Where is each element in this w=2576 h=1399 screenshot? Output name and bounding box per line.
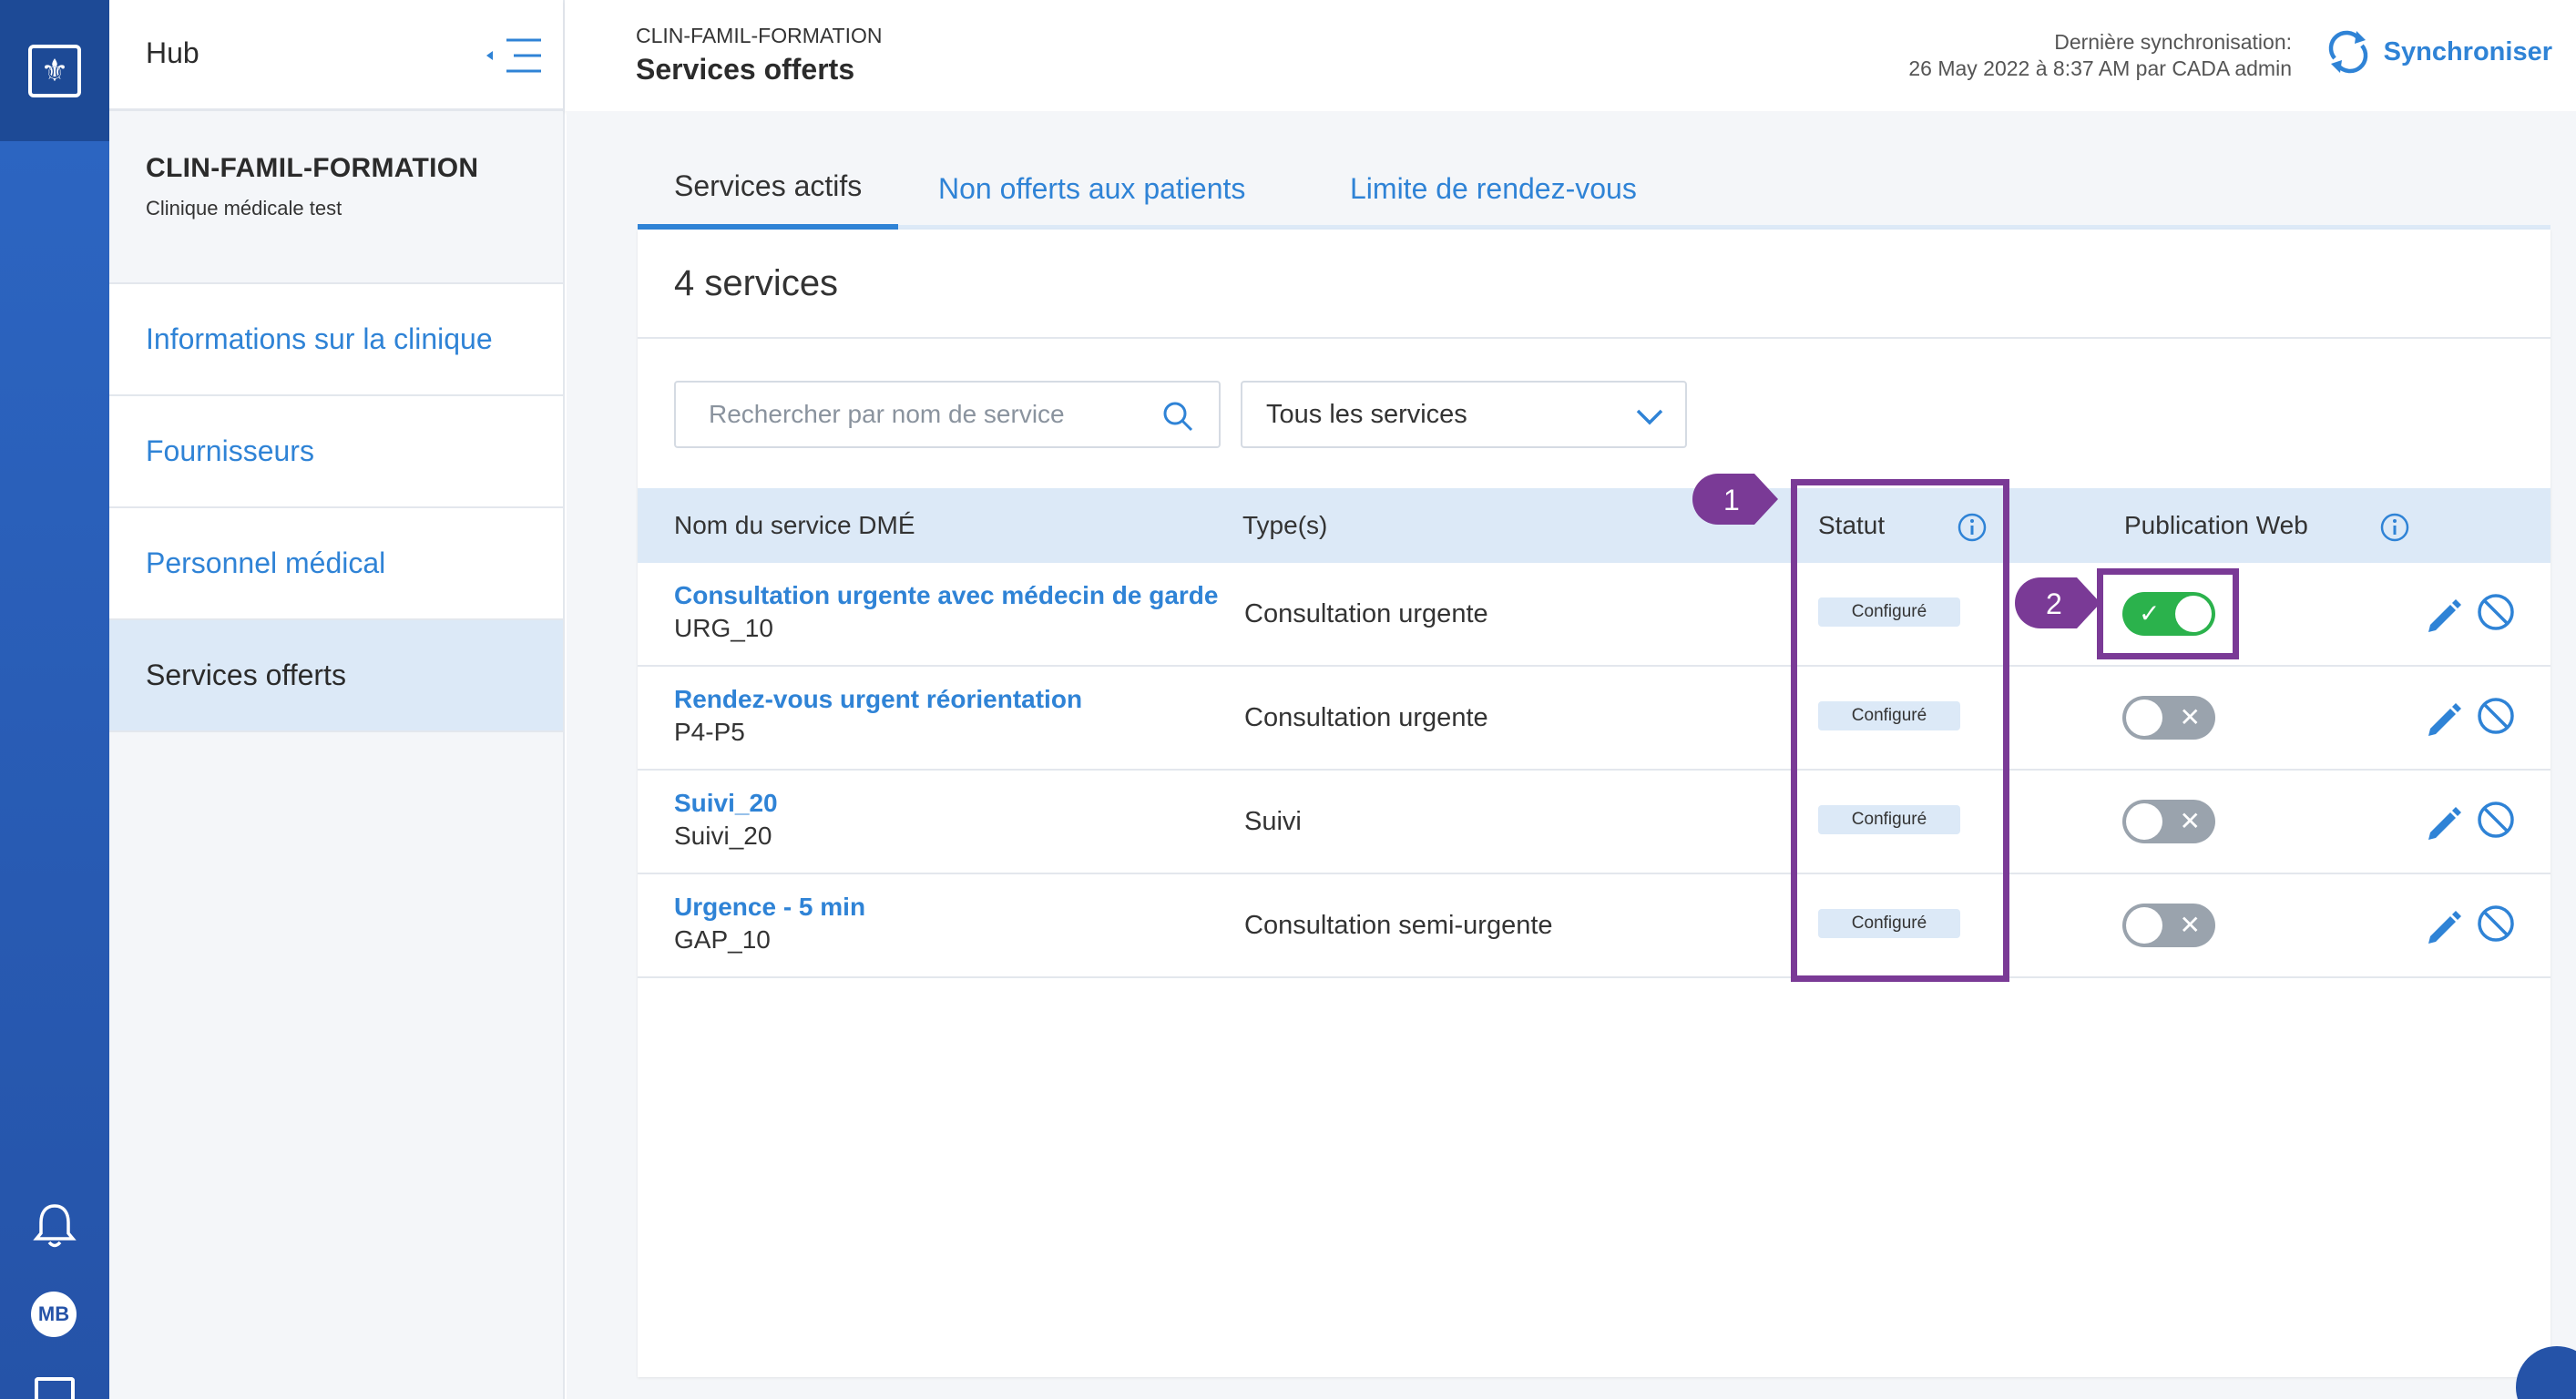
page-header: CLIN-FAMIL-FORMATION Services offerts De…	[565, 0, 2576, 111]
column-header-type: Type(s)	[1242, 511, 1328, 539]
table-header: Nom du service DMÉ Type(s) Statut Public…	[638, 488, 2550, 563]
toggle-knob	[2126, 700, 2162, 736]
sidebar-item-clinic-info[interactable]: Informations sur la clinique	[109, 284, 563, 396]
search-icon[interactable]	[1160, 399, 1195, 434]
annotation-box-status	[1791, 479, 2009, 982]
disable-icon[interactable]	[2476, 904, 2516, 944]
sidebar-item-services[interactable]: Services offerts	[109, 620, 563, 732]
service-type: Consultation urgente	[1244, 703, 1488, 732]
annotation-marker-2: 2	[2015, 577, 2101, 628]
web-publication-toggle[interactable]: ✕	[2122, 800, 2215, 843]
edit-pencil-icon[interactable]	[2423, 596, 2463, 636]
logout-icon[interactable]	[35, 1377, 75, 1399]
service-code: Suivi_20	[674, 822, 772, 850]
sync-button-label: Synchroniser	[2383, 36, 2552, 66]
service-name-link[interactable]: Suivi_20	[674, 789, 778, 818]
edit-pencil-icon[interactable]	[2423, 700, 2463, 740]
service-type: Suivi	[1244, 807, 1302, 836]
service-name-link[interactable]: Urgence - 5 min	[674, 893, 865, 922]
hub-label: Hub	[146, 36, 199, 69]
disable-icon[interactable]	[2476, 592, 2516, 632]
table-row: Urgence - 5 min GAP_10 Consultation semi…	[638, 874, 2550, 978]
service-code: P4-P5	[674, 718, 745, 746]
tab-not-offered[interactable]: Non offerts aux patients	[938, 148, 1245, 230]
toggle-knob	[2126, 803, 2162, 840]
close-icon: ✕	[2179, 911, 2201, 939]
table-row: Consultation urgente avec médecin de gar…	[638, 563, 2550, 667]
search-placeholder: Rechercher par nom de service	[709, 400, 1065, 428]
service-name-link[interactable]: Rendez-vous urgent réorientation	[674, 685, 1082, 714]
sidebar-item-providers[interactable]: Fournisseurs	[109, 396, 563, 508]
web-publication-toggle[interactable]: ✕	[2122, 904, 2215, 947]
publication-info-icon[interactable]	[2379, 512, 2410, 543]
sync-button[interactable]: Synchroniser	[2324, 27, 2552, 77]
clinic-subtitle: Clinique médicale test	[146, 197, 342, 220]
annotation-marker-1: 1	[1692, 474, 1778, 525]
last-sync-label: Dernière synchronisation:	[2054, 30, 2292, 54]
last-sync-detail: 26 May 2022 à 8:37 AM par CADA admin	[1908, 56, 2292, 80]
annotation-box-toggle	[2097, 568, 2239, 659]
clinic-header: CLIN-FAMIL-FORMATION Clinique médicale t…	[109, 111, 563, 284]
annotation-marker-1-label: 1	[1723, 484, 1740, 516]
sync-icon	[2328, 30, 2367, 74]
edit-pencil-icon[interactable]	[2423, 803, 2463, 843]
web-publication-toggle[interactable]: ✕	[2122, 696, 2215, 740]
app-rail: ⚜ MB	[0, 0, 109, 1399]
table-row: Rendez-vous urgent réorientation P4-P5 C…	[638, 667, 2550, 771]
disable-icon[interactable]	[2476, 696, 2516, 736]
last-sync-info: Dernière synchronisation: 26 May 2022 à …	[1908, 29, 2292, 82]
tab-appointment-limit[interactable]: Limite de rendez-vous	[1350, 148, 1637, 230]
service-type: Consultation semi-urgente	[1244, 911, 1553, 940]
toggle-knob	[2126, 907, 2162, 944]
service-code: GAP_10	[674, 925, 771, 954]
disable-icon[interactable]	[2476, 800, 2516, 840]
service-code: URG_10	[674, 614, 773, 642]
app-logo[interactable]: ⚜	[0, 0, 109, 141]
main-content: Services actifs Non offerts aux patients…	[567, 111, 2576, 1399]
services-count: 4 services	[638, 230, 2550, 339]
services-card: 4 services Rechercher par nom de service…	[638, 230, 2550, 1377]
tab-active-services[interactable]: Services actifs	[638, 148, 899, 230]
calendar-fleur-de-lis-icon: ⚜	[28, 44, 81, 97]
avatar[interactable]: MB	[31, 1292, 77, 1337]
service-filter-value: Tous les services	[1266, 399, 1467, 429]
table-row: Suivi_20 Suivi_20 Suivi Configuré ✕	[638, 771, 2550, 874]
service-filter-select[interactable]: Tous les services	[1241, 381, 1687, 448]
column-header-publication: Publication Web	[2124, 511, 2308, 539]
clinic-name: CLIN-FAMIL-FORMATION	[146, 153, 479, 183]
sidebar-item-medical-staff[interactable]: Personnel médical	[109, 508, 563, 620]
sidebar-top: Hub	[109, 0, 563, 111]
service-name-link[interactable]: Consultation urgente avec médecin de gar…	[674, 581, 1218, 610]
breadcrumb: CLIN-FAMIL-FORMATION	[636, 24, 883, 47]
close-icon: ✕	[2179, 807, 2201, 835]
annotation-marker-2-label: 2	[2046, 587, 2062, 620]
page-title: Services offerts	[636, 53, 855, 86]
column-header-name: Nom du service DMÉ	[674, 511, 915, 539]
search-input[interactable]: Rechercher par nom de service	[674, 381, 1221, 448]
service-type: Consultation urgente	[1244, 599, 1488, 628]
chevron-down-icon	[1636, 409, 1663, 425]
collapse-menu-icon[interactable]	[483, 35, 556, 77]
bell-icon[interactable]	[31, 1200, 78, 1251]
close-icon: ✕	[2179, 703, 2201, 731]
sidebar: Hub CLIN-FAMIL-FORMATION Clinique médica…	[109, 0, 565, 1399]
edit-pencil-icon[interactable]	[2423, 907, 2463, 947]
tab-bar: Services actifs Non offerts aux patients…	[638, 148, 2550, 230]
